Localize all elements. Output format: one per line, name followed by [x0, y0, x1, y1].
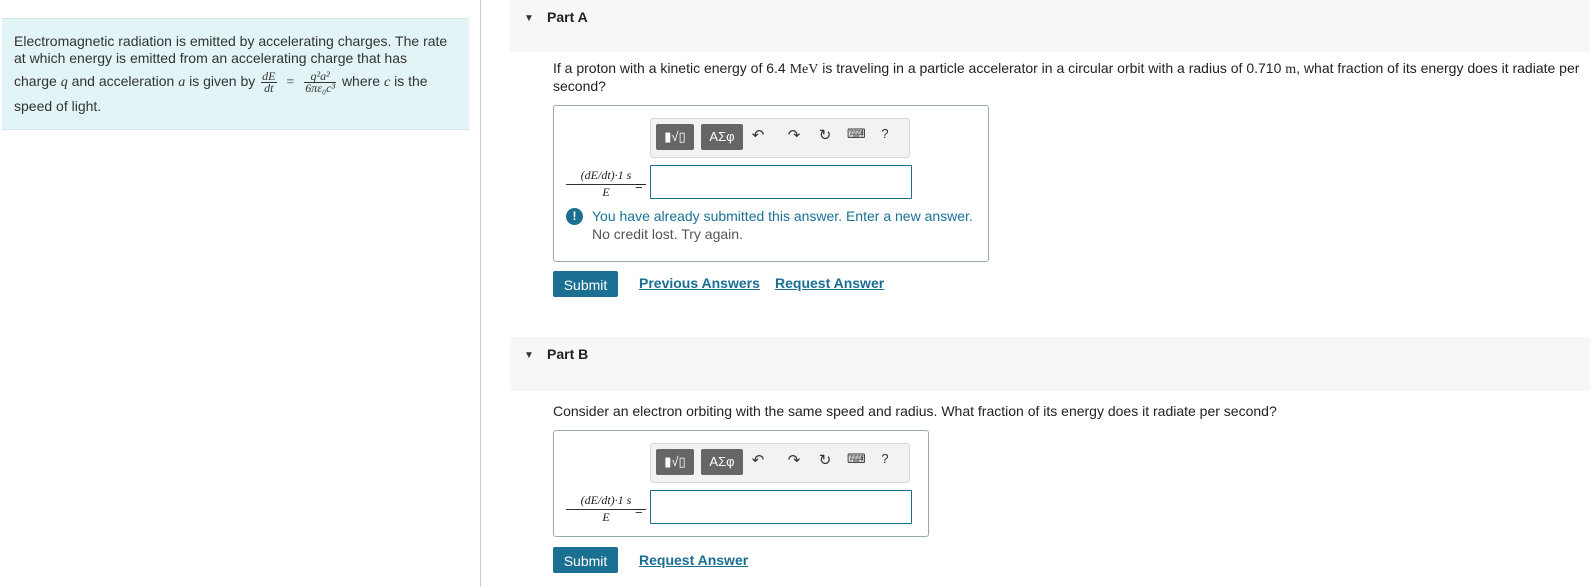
part-a-question: If a proton with a kinetic energy of 6.4…	[553, 60, 1580, 94]
part-b-header[interactable]: ▼ Part B	[510, 337, 1590, 391]
reset-icon[interactable]: ↻	[816, 451, 834, 469]
math-toolbar: ▮√▯ ΑΣφ ↶ ↷ ↻ ⌨ ?	[650, 118, 910, 158]
intro-line-3: charge q and acceleration a is given by …	[14, 69, 428, 95]
redo-icon[interactable]: ↷	[785, 451, 803, 469]
undo-icon[interactable]: ↶	[749, 451, 767, 469]
part-a-lhs-fraction: (dE/dt)·1 s E	[566, 168, 646, 200]
alert-icon: !	[566, 208, 583, 225]
keyboard-icon[interactable]: ⌨	[847, 451, 866, 467]
intro-line-4: speed of light.	[14, 98, 102, 114]
equals-sign: =	[635, 503, 643, 518]
part-b-submit-button[interactable]: Submit	[553, 547, 618, 573]
templates-icon[interactable]: ▮√▯	[656, 124, 694, 150]
power-fraction: q²a² 6πε₀c³	[304, 69, 337, 95]
part-a-request-answer-link[interactable]: Request Answer	[775, 275, 884, 291]
intro-line-1: Electromagnetic radiation is emitted by …	[14, 33, 448, 49]
panel-divider	[480, 0, 481, 587]
part-b-lhs-fraction: (dE/dt)·1 s E	[566, 493, 646, 525]
help-icon[interactable]: ?	[876, 126, 894, 141]
intro-line-2: at which energy is emitted from an accel…	[14, 50, 407, 66]
greek-symbols-icon[interactable]: ΑΣφ	[701, 124, 743, 150]
part-a-answer-input[interactable]	[650, 165, 912, 199]
part-b-question: Consider an electron orbiting with the s…	[553, 403, 1277, 419]
part-b-answer-input[interactable]	[650, 490, 912, 524]
part-b-answer-box: ▮√▯ ΑΣφ ↶ ↷ ↻ ⌨ ? (dE/dt)·1 s E =	[553, 430, 929, 537]
redo-icon[interactable]: ↷	[785, 126, 803, 144]
part-b-title: Part B	[547, 346, 589, 362]
derivative-fraction: dE dt	[261, 69, 277, 95]
math-toolbar: ▮√▯ ΑΣφ ↶ ↷ ↻ ⌨ ?	[650, 443, 910, 483]
help-icon[interactable]: ?	[876, 451, 894, 466]
collapse-caret-icon[interactable]: ▼	[524, 13, 534, 24]
intro-panel: Electromagnetic radiation is emitted by …	[2, 18, 469, 130]
templates-icon[interactable]: ▮√▯	[656, 449, 694, 475]
keyboard-icon[interactable]: ⌨	[847, 126, 866, 142]
reset-icon[interactable]: ↻	[816, 126, 834, 144]
part-b-request-answer-link[interactable]: Request Answer	[639, 552, 748, 568]
greek-symbols-icon[interactable]: ΑΣφ	[701, 449, 743, 475]
equals-sign: =	[635, 178, 643, 193]
part-a-submit-button[interactable]: Submit	[553, 271, 618, 297]
part-a-header[interactable]: ▼ Part A	[510, 0, 1590, 52]
collapse-caret-icon[interactable]: ▼	[524, 350, 534, 361]
undo-icon[interactable]: ↶	[749, 126, 767, 144]
part-a-answer-box: ▮√▯ ΑΣφ ↶ ↷ ↻ ⌨ ? (dE/dt)·1 s E = ! You …	[553, 105, 989, 262]
part-a-title: Part A	[547, 9, 588, 25]
previous-answers-link[interactable]: Previous Answers	[639, 275, 760, 291]
